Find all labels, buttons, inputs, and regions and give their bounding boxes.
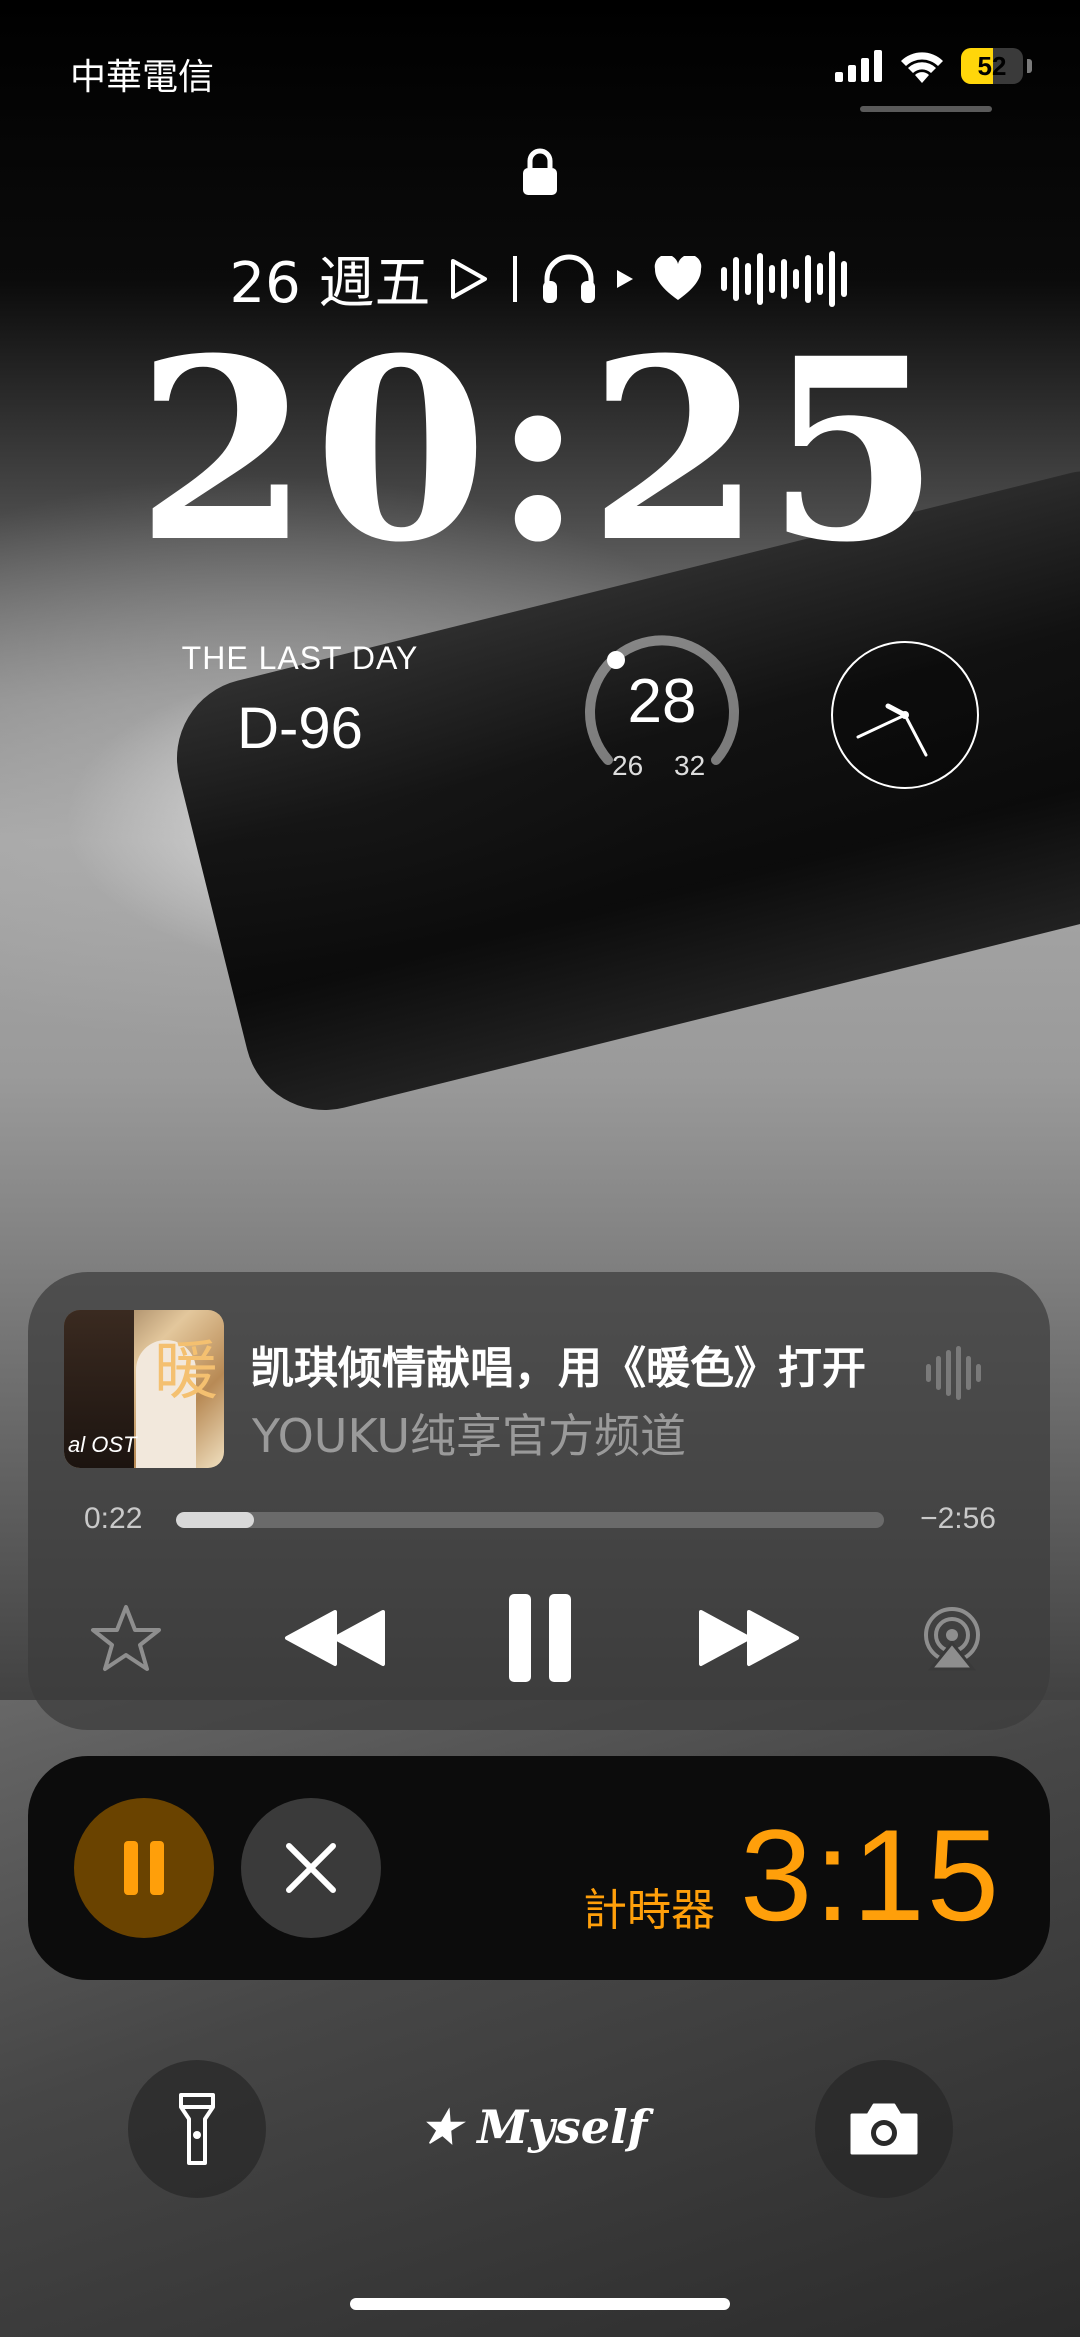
temperature-high: 32 [674, 750, 706, 781]
home-indicator[interactable] [350, 2298, 730, 2310]
close-icon [286, 1843, 336, 1893]
battery-indicator: 52 [961, 48, 1023, 84]
lock-icon [523, 148, 557, 195]
playback-progress-fill [176, 1512, 254, 1528]
rewind-icon [285, 1610, 385, 1666]
cellular-signal-icon [835, 50, 882, 82]
lock-screen-clock: 20:25 [135, 303, 945, 597]
timer-label: 計時器 [583, 1885, 715, 1936]
signature-text: Myself [477, 2100, 648, 2154]
pause-button[interactable] [500, 1586, 580, 1690]
pause-icon [124, 1841, 164, 1895]
battery-cap [1027, 59, 1032, 73]
temperature-current: 28 [627, 667, 697, 736]
timer-pause-button[interactable] [74, 1798, 214, 1938]
separator [512, 255, 517, 302]
battery-level: 52 [977, 51, 1007, 81]
camera-button[interactable] [815, 2060, 953, 2198]
status-icons: 52 [835, 44, 1032, 88]
favorite-button[interactable] [86, 1598, 166, 1678]
remaining-time: −2:56 [920, 1502, 996, 1535]
wifi-icon [901, 52, 943, 83]
lock-screen-signature: ★ Myself [420, 2100, 647, 2154]
airplay-button[interactable] [912, 1598, 992, 1678]
waveform-icon [720, 250, 847, 307]
album-art-character: 暖 [154, 1335, 218, 1409]
album-art[interactable]: 暖 al OST [64, 1310, 224, 1468]
song-artist[interactable]: YOUKU纯享官方频道 [252, 1400, 686, 1466]
star-icon: ★ [420, 2100, 478, 2154]
pause-icon [509, 1594, 571, 1682]
flashlight-button[interactable] [128, 2060, 266, 2198]
temperature-low: 26 [612, 750, 644, 781]
flashlight-icon [179, 2093, 215, 2165]
countdown-widget[interactable]: THE LAST DAY D-96 [120, 640, 480, 762]
carrier-label: 中華電信 [70, 57, 215, 98]
playback-scrubber[interactable] [176, 1512, 884, 1528]
analog-clock-widget[interactable] [830, 640, 980, 790]
heart-icon [654, 255, 701, 300]
notification-pull-indicator[interactable] [860, 106, 992, 112]
airplay-icon [924, 1607, 980, 1671]
timer-value: 3:15 [740, 1802, 1002, 1948]
fast-forward-button[interactable] [694, 1598, 804, 1678]
timer-cancel-button[interactable] [241, 1798, 381, 1938]
elapsed-time: 0:22 [84, 1502, 143, 1535]
play-outline-icon [450, 258, 487, 299]
countdown-value: D-96 [237, 696, 363, 761]
audio-waveform-icon [926, 1346, 981, 1400]
star-icon [91, 1605, 161, 1671]
countdown-label: THE LAST DAY [181, 640, 419, 676]
fast-forward-icon [699, 1610, 799, 1666]
temperature-widget[interactable]: 28 26 32 [578, 630, 746, 790]
rewind-button[interactable] [280, 1598, 390, 1678]
headphones-icon [542, 254, 595, 303]
album-art-caption: al OST [68, 1432, 137, 1457]
camera-icon [850, 2103, 918, 2155]
small-play-icon [616, 269, 633, 288]
song-title[interactable]: 凯琪倾情献唱，用《暖色》打开 [250, 1332, 866, 1396]
